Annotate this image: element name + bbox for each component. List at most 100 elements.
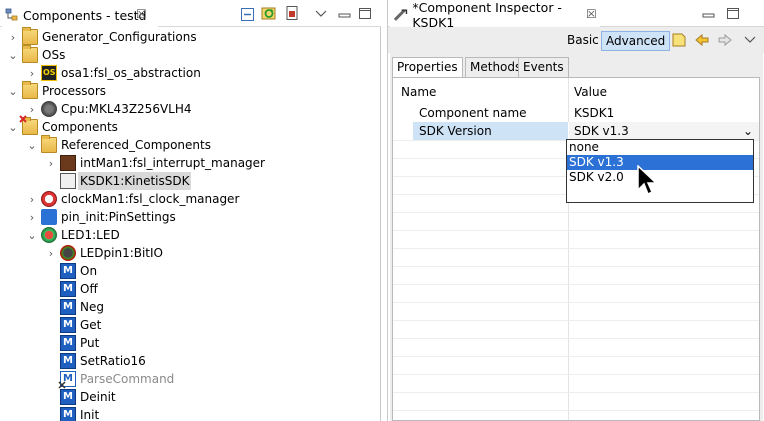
tree-item-label: osa1:fsl_os_abstraction bbox=[61, 66, 201, 80]
expand-arrow-icon[interactable]: › bbox=[26, 64, 38, 82]
tree-item-ledpin1[interactable]: › LEDpin1:BitIO bbox=[45, 244, 163, 262]
method-icon bbox=[60, 317, 76, 333]
expand-arrow-icon[interactable]: › bbox=[45, 244, 57, 262]
tab-events[interactable]: Events bbox=[518, 57, 569, 77]
tree-item-label: OSs bbox=[42, 48, 66, 62]
tree-item-processors[interactable]: ⌄ Processors bbox=[7, 81, 106, 100]
dropdown-option-none[interactable]: none bbox=[567, 140, 753, 155]
tree-item-label: intMan1:fsl_interrupt_manager bbox=[80, 156, 265, 170]
tree-item-method-get[interactable]: Get bbox=[60, 316, 101, 334]
expand-arrow-icon[interactable]: › bbox=[26, 208, 38, 226]
mouse-cursor-icon bbox=[637, 165, 657, 196]
row-divider bbox=[393, 212, 759, 213]
components-view-title: Components - testd bbox=[23, 7, 147, 23]
back-arrow-icon[interactable] bbox=[694, 32, 710, 48]
forward-arrow-icon[interactable] bbox=[717, 32, 733, 48]
inspector-view-icon bbox=[393, 9, 408, 21]
tree-item-osa1[interactable]: › osa1:fsl_os_abstraction bbox=[26, 64, 201, 82]
refresh-icon[interactable] bbox=[261, 5, 277, 21]
row-divider bbox=[393, 410, 759, 411]
tree-item-referenced-components[interactable]: ⌄ Referenced_Components bbox=[26, 135, 211, 154]
tree-item-method-setratio16[interactable]: SetRatio16 bbox=[60, 352, 146, 370]
components-folder-icon bbox=[19, 115, 38, 135]
tree-item-label: Init bbox=[80, 408, 100, 421]
row-divider bbox=[393, 338, 759, 339]
minimize-icon[interactable] bbox=[337, 6, 353, 22]
tree-item-pin-init[interactable]: › pin_init:PinSettings bbox=[26, 208, 176, 226]
dropdown-option-sdk-v1-3[interactable]: SDK v1.3 bbox=[567, 155, 753, 170]
row-divider bbox=[393, 320, 759, 321]
view-menu-icon[interactable] bbox=[313, 6, 329, 22]
tree-item-label: LEDpin1:BitIO bbox=[80, 246, 163, 260]
method-icon bbox=[60, 407, 76, 421]
tree-item-intman1[interactable]: › intMan1:fsl_interrupt_manager bbox=[45, 154, 265, 172]
property-name: SDK Version bbox=[413, 122, 568, 140]
tree-item-label: Generator_Configurations bbox=[42, 30, 197, 44]
tree-item-method-off[interactable]: Off bbox=[60, 280, 98, 298]
tree-item-cpu[interactable]: › Cpu:MKL43Z256VLH4 bbox=[26, 100, 192, 118]
value-column-header[interactable]: Value bbox=[574, 83, 607, 101]
folder-icon bbox=[22, 81, 38, 99]
folder-icon bbox=[41, 135, 57, 153]
note-icon[interactable] bbox=[671, 32, 687, 48]
components-view: Components - testd ☒ › Generator_Configu… bbox=[0, 0, 381, 421]
maximize-icon[interactable] bbox=[357, 6, 373, 22]
collapse-arrow-icon[interactable]: ⌄ bbox=[7, 82, 19, 100]
method-icon bbox=[60, 281, 76, 297]
osa-component-icon bbox=[41, 65, 57, 81]
tree-item-method-parsecommand[interactable]: ParseCommand bbox=[58, 370, 174, 389]
tree-item-led1[interactable]: ⌄ LED1:LED bbox=[26, 226, 120, 244]
property-row-sdk-version[interactable]: SDK Version SDK v1.3 ⌄ bbox=[393, 122, 759, 140]
tree-item-label: Cpu:MKL43Z256VLH4 bbox=[61, 102, 192, 116]
components-view-tab[interactable]: Components - testd ☒ bbox=[2, 3, 158, 27]
pin-settings-icon bbox=[41, 209, 57, 225]
tree-item-label: KSDK1:KinetisSDK bbox=[78, 172, 192, 190]
advanced-button[interactable]: Advanced bbox=[601, 31, 671, 51]
dropdown-option-sdk-v2-0[interactable]: SDK v2.0 bbox=[567, 170, 753, 185]
tree-item-label: LED1:LED bbox=[61, 228, 120, 242]
tree-item-generator-configurations[interactable]: › Generator_Configurations bbox=[7, 27, 197, 46]
sdk-version-dropdown-list: none SDK v1.3 SDK v2.0 bbox=[566, 139, 754, 203]
maximize-icon[interactable] bbox=[725, 6, 741, 22]
expand-arrow-icon[interactable]: › bbox=[26, 100, 38, 118]
tree-item-ksdk1[interactable]: KSDK1:KinetisSDK bbox=[45, 172, 192, 190]
collapse-arrow-icon[interactable]: ⌄ bbox=[26, 226, 38, 244]
close-icon[interactable]: ☒ bbox=[586, 7, 597, 21]
tree-item-method-put[interactable]: Put bbox=[60, 334, 99, 352]
tree-item-method-init[interactable]: Init bbox=[60, 406, 99, 421]
tree-item-method-on[interactable]: On bbox=[60, 262, 97, 280]
tree-item-oss[interactable]: ⌄ OSs bbox=[7, 45, 66, 64]
chevron-down-icon[interactable]: ⌄ bbox=[743, 122, 753, 140]
tree-item-label: On bbox=[80, 264, 98, 278]
collapse-arrow-icon[interactable]: ⌄ bbox=[7, 46, 19, 64]
tree-item-method-neg[interactable]: Neg bbox=[60, 298, 104, 316]
name-column-header[interactable]: Name bbox=[401, 83, 436, 101]
property-row-component-name[interactable]: Component name KSDK1 bbox=[393, 104, 759, 122]
close-icon[interactable]: ☒ bbox=[136, 7, 147, 21]
tree-item-label: Referenced_Components bbox=[61, 138, 211, 152]
method-icon bbox=[60, 353, 76, 369]
collapse-arrow-icon[interactable]: ⌄ bbox=[26, 136, 38, 154]
tree-item-components[interactable]: ⌄ Components bbox=[7, 115, 118, 136]
expand-arrow-icon[interactable]: › bbox=[45, 154, 57, 172]
tree-item-clockman1[interactable]: › clockMan1:fsl_clock_manager bbox=[26, 190, 239, 208]
expand-arrow-icon[interactable]: › bbox=[7, 28, 19, 46]
method-icon bbox=[60, 263, 76, 279]
basic-button[interactable]: Basic bbox=[563, 31, 603, 51]
expand-arrow-icon[interactable]: › bbox=[26, 190, 38, 208]
properties-grid: Name Value Component name KSDK1 SDK Vers… bbox=[392, 77, 760, 421]
collapse-all-icon[interactable] bbox=[240, 6, 256, 22]
collapse-arrow-icon[interactable]: ⌄ bbox=[7, 118, 19, 136]
ksdk-icon bbox=[60, 173, 76, 189]
sdk-version-select[interactable]: SDK v1.3 bbox=[569, 122, 759, 140]
tree-item-label: Get bbox=[80, 318, 102, 332]
tree-item-method-deinit[interactable]: Deinit bbox=[60, 388, 116, 406]
inspector-view-tab[interactable]: *Component Inspector - KSDK1 ☒ bbox=[390, 0, 600, 30]
minimize-icon[interactable] bbox=[701, 6, 717, 22]
tab-properties[interactable]: Properties bbox=[392, 57, 463, 78]
row-divider bbox=[393, 392, 759, 393]
tree-item-label: Neg bbox=[80, 300, 104, 314]
export-icon[interactable] bbox=[284, 5, 300, 21]
view-menu-icon[interactable] bbox=[742, 32, 758, 48]
